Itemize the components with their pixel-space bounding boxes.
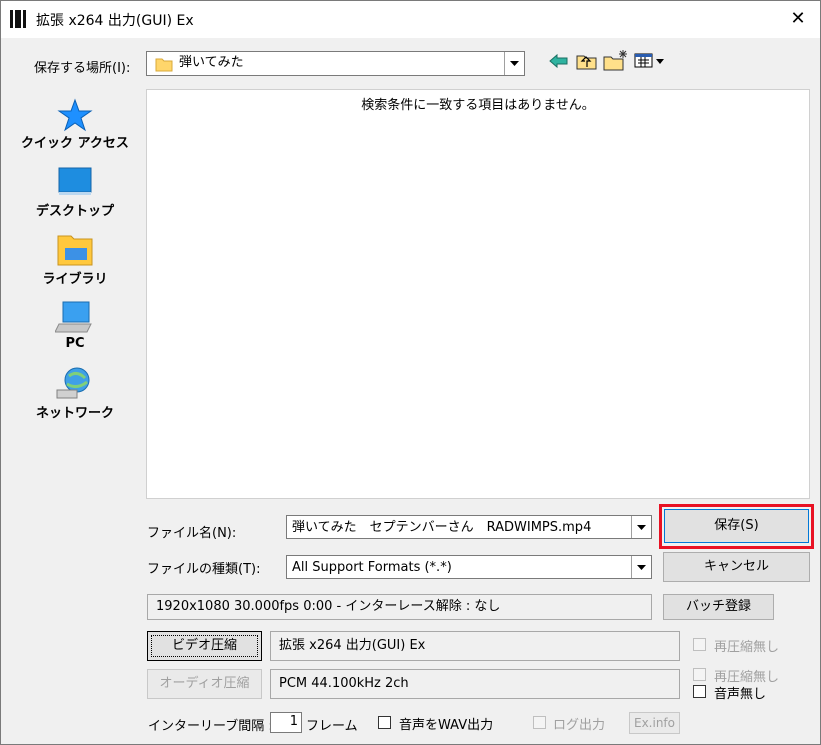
film-icon <box>10 10 26 28</box>
exinfo-button[interactable]: Ex.info <box>629 712 680 734</box>
log-output-checkbox[interactable] <box>533 716 546 729</box>
place-label: ネットワーク <box>35 406 114 421</box>
folder-icon <box>155 58 173 72</box>
video-no-recompress-label: 再圧縮無し <box>714 640 780 655</box>
interleave-label: インターリーブ間隔 : <box>148 719 273 734</box>
place-pc[interactable]: PC <box>12 300 138 351</box>
place-label: PC <box>65 336 85 351</box>
star-icon <box>57 98 93 132</box>
chevron-down-icon[interactable] <box>631 556 651 578</box>
new-folder-icon[interactable] <box>603 49 629 71</box>
place-network[interactable]: ネットワーク <box>12 366 138 421</box>
up-folder-icon[interactable] <box>576 51 598 71</box>
video-info-field: 1920x1080 30.000fps 0:00 - インターレース解除 : な… <box>147 594 652 620</box>
video-no-recompress-checkbox[interactable] <box>693 638 706 651</box>
window-title: 拡張 x264 出力(GUI) Ex <box>36 13 194 29</box>
video-codec-field: 拡張 x264 出力(GUI) Ex <box>270 631 680 661</box>
location-value: 弾いてみた <box>179 55 244 70</box>
filetype-select[interactable]: All Support Formats (*.*) <box>286 555 652 579</box>
network-icon <box>56 367 90 399</box>
filetype-value: All Support Formats (*.*) <box>292 560 452 575</box>
batch-register-button[interactable]: バッチ登録 <box>663 594 774 620</box>
interleave-unit: フレーム <box>306 719 358 734</box>
close-button[interactable]: ✕ <box>775 0 821 38</box>
place-label: デスクトップ <box>35 204 114 219</box>
place-desktop[interactable]: デスクトップ <box>12 166 138 219</box>
place-label: クイック アクセス <box>21 136 129 151</box>
no-audio-checkbox[interactable] <box>693 685 706 698</box>
audio-codec: PCM 44.100kHz 2ch <box>279 676 409 691</box>
no-audio-label: 音声無し <box>714 687 767 702</box>
audio-codec-field: PCM 44.100kHz 2ch <box>270 669 680 699</box>
pc-icon <box>55 301 92 333</box>
place-library[interactable]: ライブラリ <box>12 232 138 287</box>
empty-message: 検索条件に一致する項目はありません。 <box>361 98 595 113</box>
highlight-box <box>659 504 814 549</box>
library-icon <box>57 235 93 266</box>
filename-label: ファイル名(N): <box>147 526 237 541</box>
audio-no-recompress-checkbox[interactable] <box>693 668 706 681</box>
filetype-label: ファイルの種類(T): <box>147 562 261 577</box>
video-codec: 拡張 x264 出力(GUI) Ex <box>279 638 426 653</box>
location-combo[interactable]: 弾いてみた <box>146 51 525 76</box>
chevron-down-icon[interactable] <box>504 52 524 75</box>
desktop-icon <box>58 167 92 195</box>
log-output-label: ログ出力 <box>553 718 606 733</box>
filename-value: 弾いてみた セプテンバーさん RADWIMPS.mp4 <box>292 520 592 535</box>
interleave-input[interactable]: 1 <box>270 712 302 733</box>
file-list[interactable]: 検索条件に一致する項目はありません。 <box>146 89 810 499</box>
place-label: ライブラリ <box>42 272 108 287</box>
view-menu-icon[interactable] <box>634 53 666 69</box>
chevron-down-icon[interactable] <box>631 516 651 538</box>
video-compress-button[interactable]: ビデオ圧縮 <box>147 631 262 661</box>
cancel-button[interactable]: キャンセル <box>663 552 810 582</box>
wav-output-label: 音声をWAV出力 <box>399 718 494 733</box>
wav-output-checkbox[interactable] <box>378 716 391 729</box>
back-arrow-icon[interactable] <box>549 53 569 69</box>
place-quick-access[interactable]: クイック アクセス <box>12 98 138 151</box>
places-bar: クイック アクセス デスクトップ ライブラリ PC ネットワーク <box>12 90 138 434</box>
video-info: 1920x1080 30.000fps 0:00 - インターレース解除 : な… <box>156 599 501 614</box>
filename-input[interactable]: 弾いてみた セプテンバーさん RADWIMPS.mp4 <box>286 515 652 539</box>
title-bar: 拡張 x264 出力(GUI) Ex ✕ <box>0 0 821 38</box>
audio-compress-button[interactable]: オーディオ圧縮 <box>147 669 262 699</box>
location-label: 保存する場所(I): <box>34 61 131 76</box>
